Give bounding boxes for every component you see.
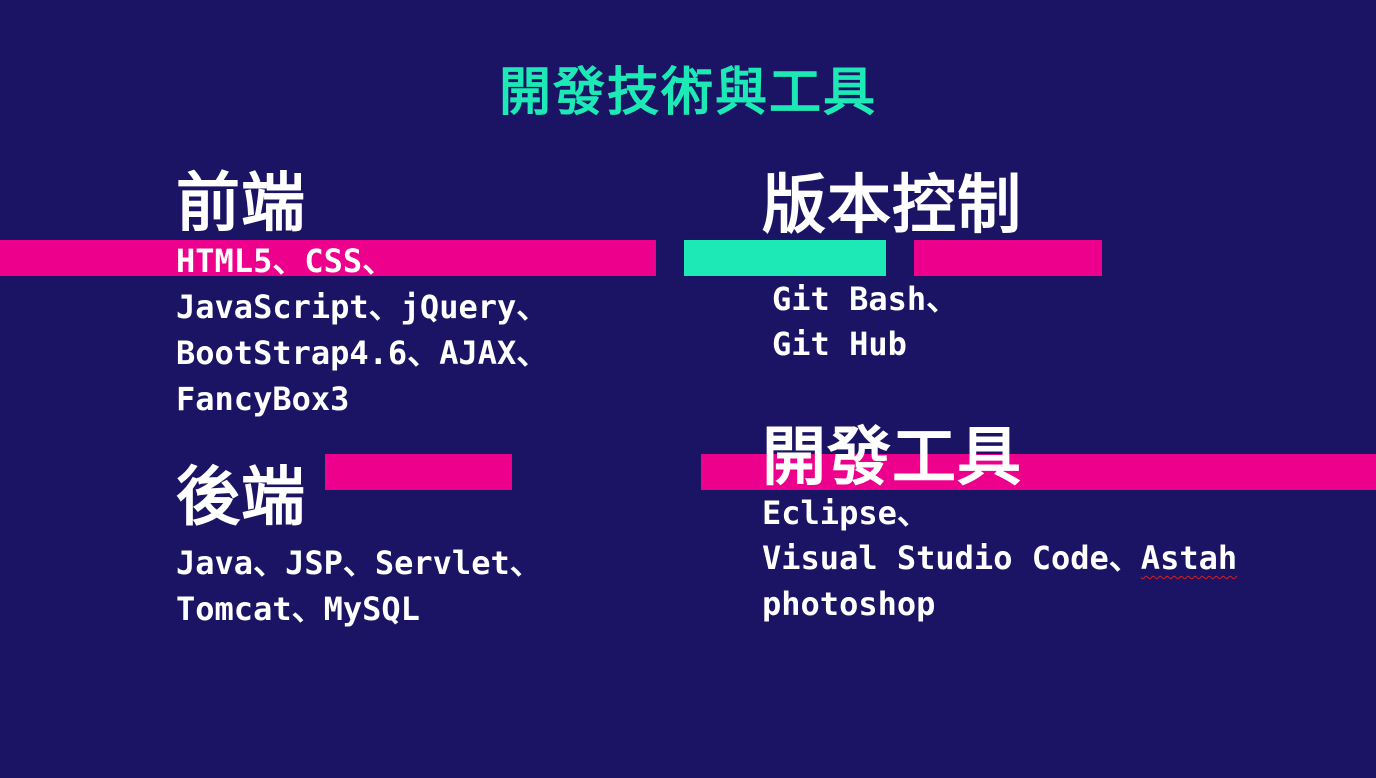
frontend-heading: 前端 <box>176 167 306 241</box>
backend-accent-bar <box>325 454 512 490</box>
dev-tools-heading: 開發工具 <box>762 421 1022 495</box>
frontend-line: BootStrap4.6、AJAX、 <box>176 334 549 372</box>
spellcheck-marked-word: Astah <box>1140 539 1238 577</box>
version-control-accent-bar-pink <box>914 240 1102 276</box>
frontend-line: JavaScript、jQuery、 <box>176 288 549 326</box>
backend-line: Tomcat、MySQL <box>176 590 420 628</box>
version-control-heading: 版本控制 <box>762 169 1022 243</box>
dev-tools-line: photoshop <box>762 585 936 623</box>
dev-tools-line: Visual Studio Code、Astah <box>762 535 1237 581</box>
version-control-accent-bar-mint <box>684 240 886 276</box>
dev-tools-line-prefix: Visual Studio Code、 <box>762 539 1141 577</box>
frontend-line: HTML5、CSS、 <box>176 242 395 280</box>
slide-title: 開發技術與工具 <box>498 63 877 123</box>
version-control-line: Git Bash、 <box>772 280 959 318</box>
frontend-line: FancyBox3 <box>176 380 350 418</box>
version-control-line: Git Hub <box>772 325 907 363</box>
dev-tools-line: Eclipse、 <box>762 494 929 532</box>
backend-heading: 後端 <box>176 461 306 535</box>
backend-line: Java、JSP、Servlet、 <box>176 544 542 582</box>
slide: 開發技術與工具 前端 HTML5、CSS、 JavaScript、jQuery、… <box>0 0 1376 778</box>
